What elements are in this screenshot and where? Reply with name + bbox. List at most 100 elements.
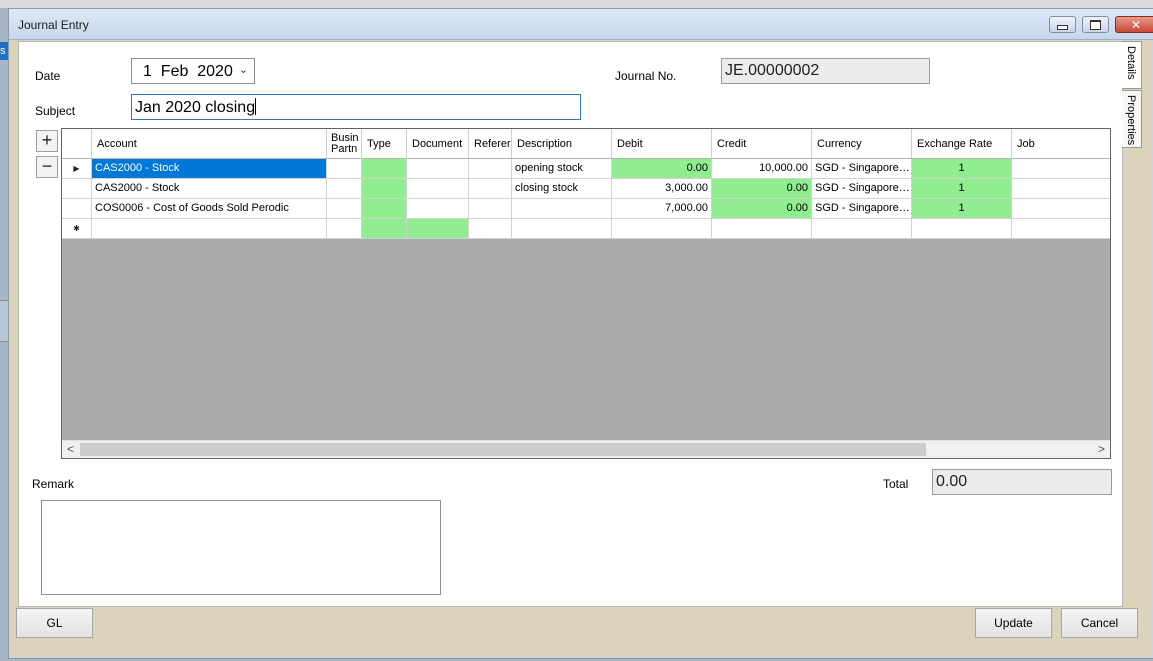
journal-no-field: JE.00000002 bbox=[721, 58, 930, 84]
minimize-icon bbox=[1057, 24, 1068, 30]
gl-button[interactable]: GL bbox=[16, 608, 93, 638]
job-cell[interactable] bbox=[1012, 219, 1110, 239]
minimize-button[interactable] bbox=[1049, 16, 1076, 33]
remark-textarea[interactable] bbox=[41, 500, 441, 595]
background-left-tab: s bbox=[0, 42, 8, 60]
currency-cell[interactable]: SGD - Singapore… bbox=[812, 179, 912, 199]
remark-label: Remark bbox=[32, 477, 75, 491]
row-indicator[interactable] bbox=[62, 179, 92, 199]
type-cell[interactable] bbox=[362, 159, 407, 179]
new-row-indicator[interactable]: ✱ bbox=[62, 219, 92, 239]
exchange-rate-cell[interactable]: 1 bbox=[912, 179, 1012, 199]
document-cell[interactable] bbox=[407, 159, 469, 179]
reference-cell[interactable] bbox=[469, 219, 512, 239]
type-cell[interactable] bbox=[362, 219, 407, 239]
debit-cell[interactable]: 7,000.00 bbox=[612, 199, 712, 219]
credit-cell[interactable] bbox=[712, 219, 812, 239]
account-cell[interactable] bbox=[92, 219, 327, 239]
document-cell[interactable] bbox=[407, 199, 469, 219]
text-caret bbox=[255, 98, 257, 115]
debit-cell[interactable]: 3,000.00 bbox=[612, 179, 712, 199]
currency-cell[interactable]: SGD - Singapore… bbox=[812, 159, 912, 179]
details-panel: Date 1 Feb 2020 ⌄ Subject Jan 2020 closi… bbox=[18, 41, 1123, 607]
reference-cell[interactable] bbox=[469, 159, 512, 179]
column-header-account[interactable]: Account bbox=[92, 129, 327, 159]
business-partner-cell[interactable] bbox=[327, 179, 362, 199]
account-cell[interactable]: CAS2000 - Stock bbox=[92, 179, 327, 199]
scroll-left-icon[interactable]: < bbox=[62, 441, 79, 458]
column-header-reference[interactable]: Referer bbox=[469, 129, 512, 159]
column-header-business-partner[interactable]: Busin Partn bbox=[327, 129, 362, 159]
debit-cell[interactable] bbox=[612, 219, 712, 239]
credit-cell[interactable]: 0.00 bbox=[712, 199, 812, 219]
currency-cell[interactable] bbox=[812, 219, 912, 239]
business-partner-cell[interactable] bbox=[327, 199, 362, 219]
column-header-credit[interactable]: Credit bbox=[712, 129, 812, 159]
description-cell[interactable]: opening stock bbox=[512, 159, 612, 179]
column-header-type[interactable]: Type bbox=[362, 129, 407, 159]
date-picker[interactable]: 1 Feb 2020 ⌄ bbox=[131, 58, 255, 84]
type-cell[interactable] bbox=[362, 199, 407, 219]
title-bar: Journal Entry ✕ bbox=[9, 9, 1153, 40]
document-cell[interactable] bbox=[407, 219, 469, 239]
scroll-right-icon[interactable]: > bbox=[1093, 441, 1110, 458]
chevron-down-icon[interactable]: ⌄ bbox=[239, 63, 248, 76]
type-cell[interactable] bbox=[362, 179, 407, 199]
credit-cell[interactable]: 10,000.00 bbox=[712, 159, 812, 179]
debit-cell[interactable]: 0.00 bbox=[612, 159, 712, 179]
maximize-button[interactable] bbox=[1082, 16, 1109, 33]
subject-value: Jan 2020 closing bbox=[135, 99, 256, 116]
table-row[interactable]: COS0006 - Cost of Goods Sold Perodic 7,0… bbox=[62, 199, 1110, 219]
business-partner-cell[interactable] bbox=[327, 159, 362, 179]
description-cell[interactable] bbox=[512, 219, 612, 239]
journal-lines-grid[interactable]: Account Busin Partn Type Document Referer… bbox=[61, 128, 1111, 459]
tab-properties-label: Properties bbox=[1125, 95, 1137, 146]
document-cell[interactable] bbox=[407, 179, 469, 199]
tab-properties[interactable]: Properties bbox=[1122, 90, 1142, 148]
remove-row-button[interactable]: − bbox=[36, 156, 58, 178]
update-button[interactable]: Update bbox=[975, 608, 1052, 638]
business-partner-cell[interactable] bbox=[327, 219, 362, 239]
date-label: Date bbox=[35, 69, 61, 83]
total-field: 0.00 bbox=[932, 469, 1112, 495]
account-cell[interactable]: COS0006 - Cost of Goods Sold Perodic bbox=[92, 199, 327, 219]
row-indicator-current[interactable]: ▶ bbox=[62, 159, 92, 179]
account-cell[interactable]: CAS2000 - Stock bbox=[92, 159, 327, 179]
table-row[interactable]: CAS2000 - Stock closing stock 3,000.00 0… bbox=[62, 179, 1110, 199]
date-value: 1 Feb 2020 bbox=[143, 63, 233, 80]
subject-label: Subject bbox=[35, 104, 76, 118]
column-header-job[interactable]: Job bbox=[1012, 129, 1110, 159]
exchange-rate-cell[interactable] bbox=[912, 219, 1012, 239]
column-header-currency[interactable]: Currency bbox=[812, 129, 912, 159]
column-header-description[interactable]: Description bbox=[512, 129, 612, 159]
credit-cell[interactable]: 0.00 bbox=[712, 179, 812, 199]
scrollbar-thumb[interactable] bbox=[80, 443, 926, 456]
grid-header: Account Busin Partn Type Document Referer… bbox=[62, 129, 1110, 159]
reference-cell[interactable] bbox=[469, 199, 512, 219]
job-cell[interactable] bbox=[1012, 179, 1110, 199]
close-button[interactable]: ✕ bbox=[1115, 16, 1153, 33]
tab-details[interactable]: Details bbox=[1122, 41, 1142, 89]
column-header-document[interactable]: Document bbox=[407, 129, 469, 159]
row-indicator[interactable] bbox=[62, 199, 92, 219]
window-title: Journal Entry bbox=[18, 18, 89, 32]
add-row-button[interactable]: + bbox=[36, 130, 58, 152]
background-left-stripe bbox=[0, 300, 8, 342]
cancel-button[interactable]: Cancel bbox=[1061, 608, 1138, 638]
currency-cell[interactable]: SGD - Singapore… bbox=[812, 199, 912, 219]
table-row[interactable]: ▶ CAS2000 - Stock opening stock 0.00 10,… bbox=[62, 159, 1110, 179]
journal-no-label: Journal No. bbox=[615, 69, 677, 83]
new-row[interactable]: ✱ bbox=[62, 219, 1110, 239]
journal-no-value: JE.00000002 bbox=[725, 62, 820, 79]
exchange-rate-cell[interactable]: 1 bbox=[912, 159, 1012, 179]
reference-cell[interactable] bbox=[469, 179, 512, 199]
horizontal-scrollbar[interactable]: < > bbox=[62, 440, 1110, 458]
job-cell[interactable] bbox=[1012, 199, 1110, 219]
job-cell[interactable] bbox=[1012, 159, 1110, 179]
description-cell[interactable] bbox=[512, 199, 612, 219]
column-header-debit[interactable]: Debit bbox=[612, 129, 712, 159]
subject-input[interactable]: Jan 2020 closing bbox=[131, 94, 581, 120]
exchange-rate-cell[interactable]: 1 bbox=[912, 199, 1012, 219]
description-cell[interactable]: closing stock bbox=[512, 179, 612, 199]
column-header-exchange-rate[interactable]: Exchange Rate bbox=[912, 129, 1012, 159]
